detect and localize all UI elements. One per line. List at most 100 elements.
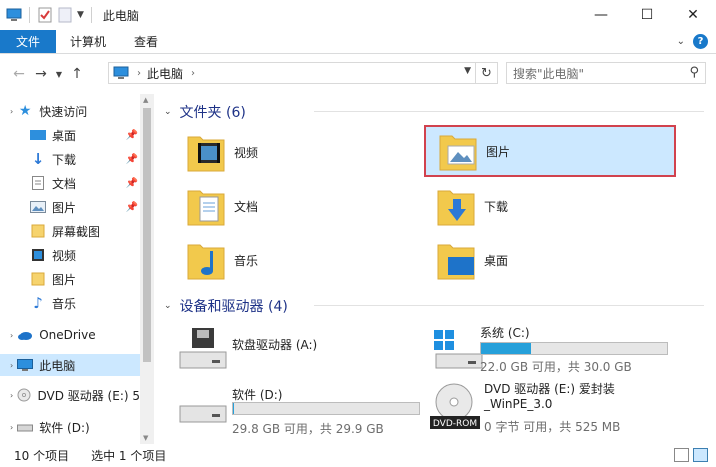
folder-item-videos[interactable]: 视频 xyxy=(164,126,416,178)
drive-usage-fill xyxy=(233,403,234,414)
tab-view[interactable]: 查看 xyxy=(120,30,172,53)
help-icon[interactable]: ? xyxy=(693,34,708,49)
back-button[interactable]: ← xyxy=(8,63,30,85)
document-folder-icon xyxy=(187,190,225,226)
folder-item-downloads[interactable]: 下载 xyxy=(424,180,676,232)
close-button[interactable]: ✕ xyxy=(670,0,716,30)
scrollbar-thumb[interactable] xyxy=(143,108,151,362)
window-title: 此电脑 xyxy=(102,8,139,23)
drive-item-software-d[interactable]: 软件 (D:) 29.8 GB 可用，共 29.9 GB xyxy=(164,380,420,436)
up-button[interactable]: ↑ xyxy=(66,63,88,85)
star-icon: ★ xyxy=(18,103,32,119)
chevron-right-icon[interactable]: › xyxy=(137,68,141,79)
search-icon[interactable]: ⚲ xyxy=(689,65,699,80)
sidebar-item-quick-access[interactable]: › ★ 快速访问 xyxy=(0,100,140,122)
sidebar-item-pictures[interactable]: 图片 📌 xyxy=(0,196,140,218)
sidebar-scrollbar[interactable]: ▲ ▼ xyxy=(140,94,154,444)
computer-icon xyxy=(113,66,129,79)
video-icon xyxy=(30,248,46,262)
folder-item-pictures[interactable]: 图片 xyxy=(424,125,676,177)
recent-locations-icon[interactable]: ▼ xyxy=(52,63,66,85)
drive-item-system-c[interactable]: 系统 (C:) 22.0 GB 可用，共 30.0 GB xyxy=(424,322,676,378)
desktop-folder-icon xyxy=(437,244,475,280)
folder-item-documents[interactable]: 文档 xyxy=(164,180,416,232)
sidebar-item-downloads[interactable]: ↓ 下载 📌 xyxy=(0,148,140,170)
drive-usage-fill xyxy=(481,343,532,354)
sidebar-item-label: 屏幕截图 xyxy=(52,224,101,239)
status-bar: 10 个项目 选中 1 个项目 xyxy=(0,444,716,467)
tiles-view-button[interactable] xyxy=(693,448,708,462)
chevron-down-icon[interactable]: ⌄ xyxy=(164,107,172,117)
drive-icon xyxy=(17,420,34,434)
group-header-drives[interactable]: ⌄ 设备和驱动器 (4) xyxy=(164,296,712,316)
search-input[interactable]: 搜索"此电脑" ⚲ xyxy=(506,62,706,84)
group-header-folders[interactable]: ⌄ 文件夹 (6) xyxy=(164,102,712,122)
forward-button[interactable]: → xyxy=(30,63,52,85)
picture-icon xyxy=(30,200,46,214)
sidebar-item-label: 下载 xyxy=(52,152,77,167)
drive-item-floppy[interactable]: 软盘驱动器 (A:) xyxy=(164,322,416,378)
folder-label: 桌面 xyxy=(484,253,509,268)
sidebar-item-videos[interactable]: 视频 xyxy=(0,244,140,266)
qat-dropdown-icon[interactable]: ▼ xyxy=(77,10,84,20)
folder-icon xyxy=(30,224,46,238)
sidebar-item-screenshots[interactable]: 屏幕截图 xyxy=(0,220,140,242)
address-dropdown-icon[interactable]: ▼ xyxy=(464,66,471,76)
drive-usage-bar xyxy=(232,402,420,415)
maximize-button[interactable]: ☐ xyxy=(624,0,670,30)
drive-icon xyxy=(179,405,227,423)
group-header-label: 设备和驱动器 (4) xyxy=(179,299,288,315)
music-folder-icon xyxy=(187,244,225,280)
folder-label: 音乐 xyxy=(234,253,259,268)
navigation-bar: ← → ▼ ↑ › 此电脑 › ▼ ↻ 搜索"此电脑" ⚲ xyxy=(0,58,716,90)
desktop-icon xyxy=(30,128,46,142)
chevron-down-icon[interactable]: ⌄ xyxy=(164,301,172,311)
search-placeholder: 搜索"此电脑" xyxy=(513,66,585,81)
sidebar-item-desktop[interactable]: 桌面 📌 xyxy=(0,124,140,146)
chevron-right-icon[interactable]: › xyxy=(191,68,195,79)
sidebar-item-music[interactable]: ♪ 音乐 xyxy=(0,292,140,314)
tab-computer[interactable]: 计算机 xyxy=(56,30,120,53)
sidebar-item-drive-d[interactable]: › 软件 (D:) xyxy=(0,416,140,438)
sidebar-item-documents[interactable]: 文档 📌 xyxy=(0,172,140,194)
minimize-button[interactable]: — xyxy=(578,0,624,30)
item-count: 10 个项目 xyxy=(14,449,70,463)
sidebar-item-onedrive[interactable]: › OneDrive xyxy=(0,324,140,346)
drive-usage-bar xyxy=(480,342,668,355)
breadcrumb[interactable]: 此电脑 xyxy=(147,65,183,82)
sidebar-item-label: 快速访问 xyxy=(39,104,88,119)
sidebar-item-dvd-drive[interactable]: › DVD 驱动器 (E:) 5 xyxy=(0,384,140,406)
new-folder-icon[interactable] xyxy=(57,7,73,23)
download-folder-icon xyxy=(437,190,475,226)
pin-icon: 📌 xyxy=(125,177,138,189)
sidebar-item-label: 文档 xyxy=(52,176,77,191)
address-bar[interactable]: › 此电脑 › ▼ ↻ xyxy=(108,62,498,84)
refresh-icon[interactable]: ↻ xyxy=(475,63,497,83)
folder-item-desktop[interactable]: 桌面 xyxy=(424,234,676,286)
selected-count: 选中 1 个项目 xyxy=(91,449,167,463)
folder-item-music[interactable]: 音乐 xyxy=(164,234,416,286)
navigation-pane: › ★ 快速访问 桌面 📌 ↓ 下载 📌 文档 📌 图片 📌 屏幕截图 视频 图… xyxy=(0,94,156,444)
sidebar-item-label: OneDrive xyxy=(39,328,96,342)
pin-icon: 📌 xyxy=(125,153,138,165)
computer-icon[interactable] xyxy=(6,7,22,23)
title-bar: ▼ 此电脑 — ☐ ✕ xyxy=(0,0,716,30)
expand-ribbon-icon[interactable]: ⌄ xyxy=(677,36,685,47)
video-folder-icon xyxy=(187,136,225,172)
drive-item-dvd-e[interactable]: DVD-ROM DVD 驱动器 (E:) 爱封装_WinPE_3.0 0 字节 … xyxy=(424,380,676,442)
drive-label: 软盘驱动器 (A:) xyxy=(232,338,318,352)
document-icon xyxy=(30,176,46,190)
folder-label: 文档 xyxy=(234,199,259,214)
tab-file[interactable]: 文件 xyxy=(0,30,56,53)
folder-icon xyxy=(30,272,46,286)
details-view-button[interactable] xyxy=(674,448,689,462)
pin-icon: 📌 xyxy=(125,129,138,141)
pin-icon: 📌 xyxy=(125,201,138,213)
scroll-up-icon[interactable]: ▲ xyxy=(143,96,148,104)
sidebar-item-pictures-folder[interactable]: 图片 xyxy=(0,268,140,290)
download-icon: ↓ xyxy=(31,150,45,168)
sidebar-item-this-pc[interactable]: › 此电脑 xyxy=(0,354,140,376)
sidebar-item-label: 桌面 xyxy=(52,128,77,143)
scroll-down-icon[interactable]: ▼ xyxy=(143,434,148,442)
properties-icon[interactable] xyxy=(37,7,53,23)
